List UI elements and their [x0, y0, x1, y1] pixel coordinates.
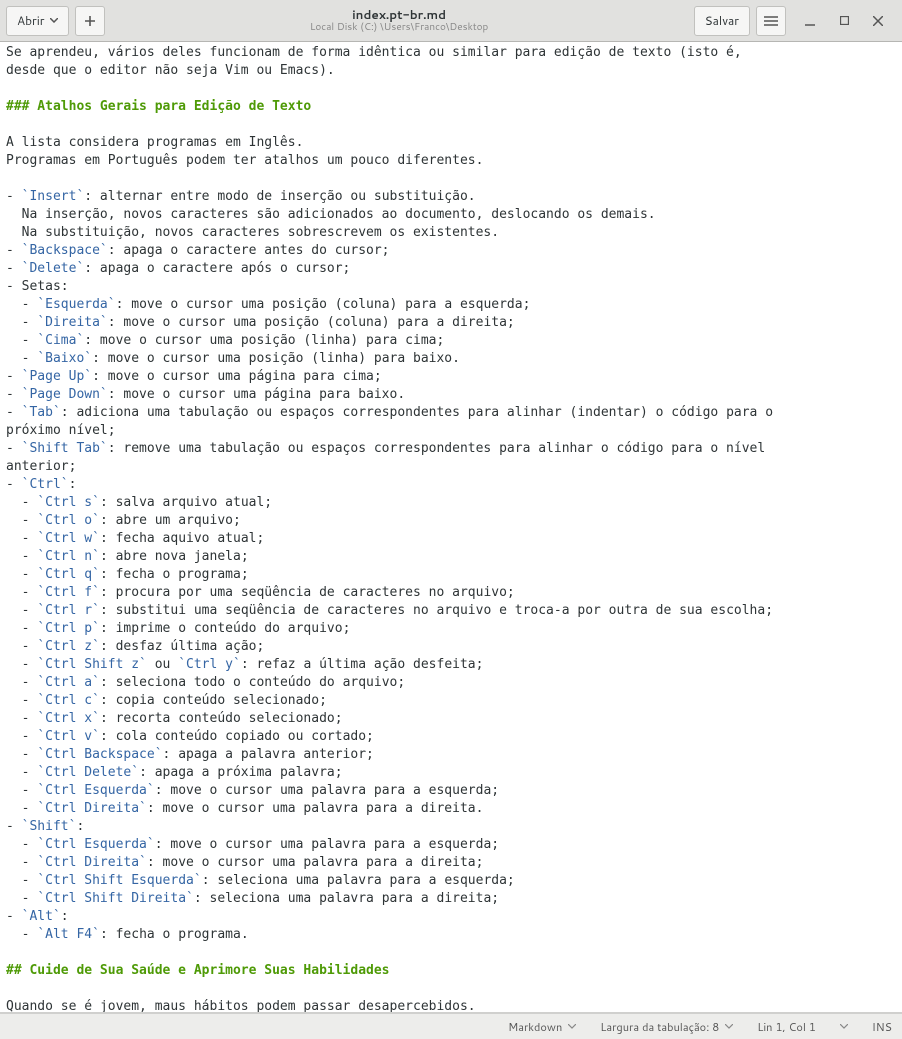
plus-icon	[84, 15, 96, 27]
save-button[interactable]: Salvar	[694, 6, 750, 36]
title-center: index.pt-br.md Local Disk (C:) \Users\Fr…	[111, 8, 688, 33]
editor-area[interactable]: Se aprendeu, vários deles funcionam de f…	[0, 42, 902, 1013]
new-tab-button[interactable]	[75, 6, 105, 36]
chevron-down-icon	[568, 1024, 576, 1029]
heading: ## Cuide de Sua Saúde e Aprimore Suas Ha…	[6, 963, 390, 978]
window-controls	[800, 11, 888, 31]
maximize-icon	[840, 16, 849, 25]
chevron-down-icon	[725, 1024, 733, 1029]
open-button[interactable]: Abrir	[6, 6, 69, 36]
titlebar: Abrir index.pt-br.md Local Disk (C:) \Us…	[0, 0, 902, 42]
hamburger-icon	[764, 16, 778, 26]
heading: ### Atalhos Gerais para Edição de Texto	[6, 99, 311, 114]
chevron-down-icon	[50, 18, 58, 23]
close-button[interactable]	[868, 11, 888, 31]
statusbar: Markdown Largura da tabulação: 8 Lin 1, …	[0, 1013, 902, 1039]
insert-mode[interactable]: INS	[872, 1019, 892, 1035]
close-icon	[873, 16, 883, 26]
language-selector[interactable]: Markdown	[508, 1019, 576, 1035]
save-label: Salvar	[705, 12, 739, 29]
cursor-position[interactable]: Lin 1, Col 1	[757, 1019, 848, 1035]
file-path: Local Disk (C:) \Users\Franco\Desktop	[111, 22, 688, 34]
maximize-button[interactable]	[834, 11, 854, 31]
open-label: Abrir	[17, 12, 45, 29]
tab-width-selector[interactable]: Largura da tabulação: 8	[600, 1019, 733, 1035]
menu-button[interactable]	[756, 6, 786, 36]
minimize-button[interactable]	[800, 11, 820, 31]
chevron-down-icon	[840, 1024, 848, 1029]
minimize-icon	[805, 16, 815, 26]
